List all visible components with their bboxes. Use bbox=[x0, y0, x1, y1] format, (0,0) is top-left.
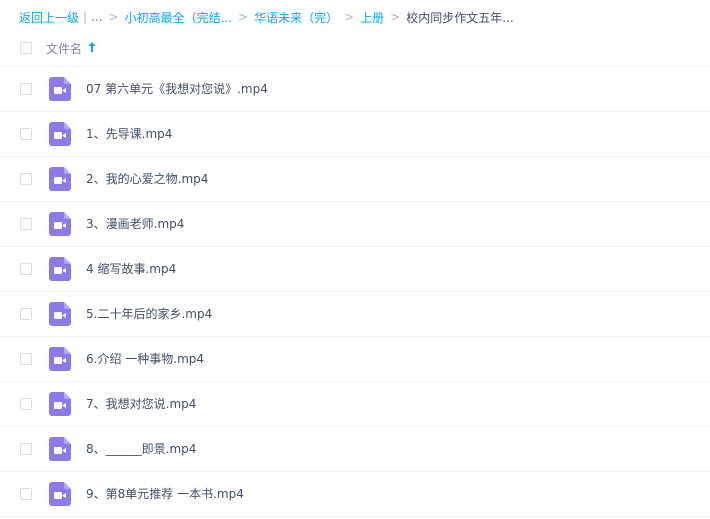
file-name[interactable]: 07 第六单元《我想对您说》.mp4 bbox=[86, 67, 268, 111]
select-all-checkbox[interactable] bbox=[20, 42, 32, 54]
file-row[interactable]: 6.介绍 一种事物.mp4 bbox=[0, 337, 710, 382]
file-name[interactable]: 6.介绍 一种事物.mp4 bbox=[86, 337, 204, 381]
file-checkbox[interactable] bbox=[20, 308, 32, 320]
file-checkbox[interactable] bbox=[20, 353, 32, 365]
file-list: 07 第六单元《我想对您说》.mp4 1、先导课.mp4 2、我的心爱之物.mp… bbox=[0, 67, 710, 517]
back-link[interactable]: 返回上一级 bbox=[19, 9, 79, 26]
breadcrumb-item-3[interactable]: 上册 bbox=[360, 9, 384, 26]
video-file-icon bbox=[49, 257, 71, 281]
file-checkbox[interactable] bbox=[20, 218, 32, 230]
file-list-header: 文件名 bbox=[0, 30, 710, 67]
video-file-icon bbox=[49, 167, 71, 191]
breadcrumb-current: 校内同步作文五年... bbox=[406, 10, 514, 25]
chevron-right-icon: > bbox=[108, 10, 119, 24]
file-row[interactable]: 7、我想对您说.mp4 bbox=[0, 382, 710, 427]
file-name[interactable]: 5.二十年后的家乡.mp4 bbox=[86, 292, 212, 336]
file-row[interactable]: 8、______即景.mp4 bbox=[0, 427, 710, 472]
breadcrumb-item-1[interactable]: 小初高最全（完结... bbox=[125, 9, 232, 26]
file-name[interactable]: 8、______即景.mp4 bbox=[86, 427, 196, 471]
chevron-right-icon: > bbox=[344, 10, 355, 24]
file-checkbox[interactable] bbox=[20, 488, 32, 500]
file-name[interactable]: 9、第8单元推荐 一本书.mp4 bbox=[86, 472, 244, 516]
file-checkbox[interactable] bbox=[20, 263, 32, 275]
column-header-filename[interactable]: 文件名 bbox=[46, 40, 82, 57]
video-file-icon bbox=[49, 482, 71, 506]
file-row[interactable]: 1、先导课.mp4 bbox=[0, 112, 710, 157]
video-file-icon bbox=[49, 392, 71, 416]
file-row[interactable]: 9、第8单元推荐 一本书.mp4 bbox=[0, 472, 710, 517]
video-file-icon bbox=[49, 212, 71, 236]
video-file-icon bbox=[49, 347, 71, 371]
video-file-icon bbox=[49, 77, 71, 101]
file-name[interactable]: 4 缩写故事.mp4 bbox=[86, 247, 176, 291]
file-checkbox[interactable] bbox=[20, 83, 32, 95]
file-row[interactable]: 3、漫画老师.mp4 bbox=[0, 202, 710, 247]
file-name[interactable]: 1、先导课.mp4 bbox=[86, 112, 172, 156]
video-file-icon bbox=[49, 302, 71, 326]
breadcrumb-ellipsis[interactable]: ... bbox=[91, 10, 102, 24]
chevron-right-icon: > bbox=[390, 10, 401, 24]
breadcrumb-item-2[interactable]: 华语未来（完） bbox=[254, 9, 338, 26]
file-name[interactable]: 2、我的心爱之物.mp4 bbox=[86, 157, 208, 201]
file-row[interactable]: 2、我的心爱之物.mp4 bbox=[0, 157, 710, 202]
file-row[interactable]: 5.二十年后的家乡.mp4 bbox=[0, 292, 710, 337]
chevron-right-icon: > bbox=[238, 10, 249, 24]
file-checkbox[interactable] bbox=[20, 443, 32, 455]
file-checkbox[interactable] bbox=[20, 173, 32, 185]
sort-ascending-icon[interactable] bbox=[88, 41, 96, 53]
breadcrumb-divider: | bbox=[83, 10, 88, 24]
file-row[interactable]: 4 缩写故事.mp4 bbox=[0, 247, 710, 292]
video-file-icon bbox=[49, 437, 71, 461]
file-checkbox[interactable] bbox=[20, 398, 32, 410]
video-file-icon bbox=[49, 122, 71, 146]
breadcrumb: 返回上一级 | ... > 小初高最全（完结... > 华语未来（完） > 上册… bbox=[19, 8, 514, 26]
file-name[interactable]: 7、我想对您说.mp4 bbox=[86, 382, 196, 426]
file-checkbox[interactable] bbox=[20, 128, 32, 140]
file-row[interactable]: 07 第六单元《我想对您说》.mp4 bbox=[0, 67, 710, 112]
file-name[interactable]: 3、漫画老师.mp4 bbox=[86, 202, 184, 246]
